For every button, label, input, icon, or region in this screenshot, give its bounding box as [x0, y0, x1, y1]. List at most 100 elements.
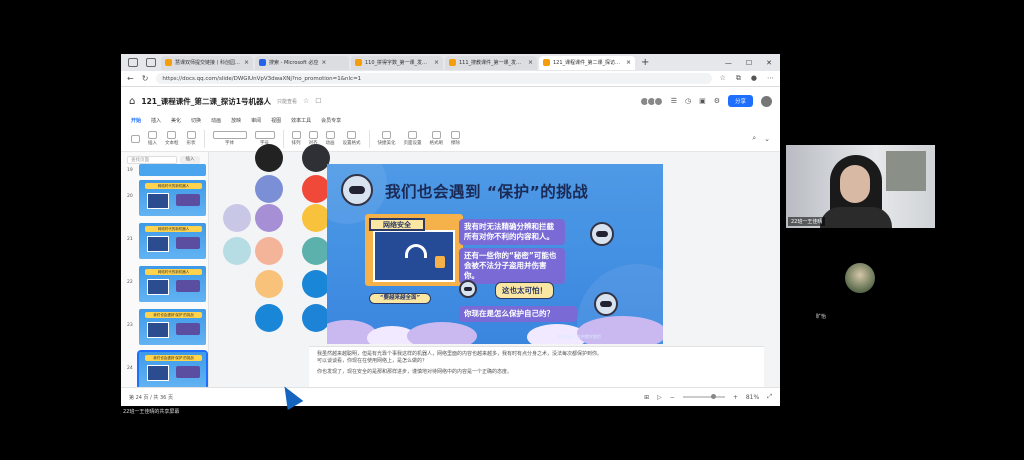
quick-beautify-button[interactable]: 快捷美化	[378, 131, 396, 146]
minimize-button[interactable]: —	[725, 59, 732, 67]
zoom-in-icon[interactable]: +	[733, 394, 738, 401]
textbox-button[interactable]: 文本框	[165, 131, 179, 146]
zoom-level[interactable]: 81%	[746, 394, 759, 401]
maximize-button[interactable]: ☐	[746, 59, 752, 67]
tab-list-icon[interactable]	[146, 58, 156, 67]
color-swatch[interactable]	[223, 237, 251, 265]
close-icon[interactable]: ×	[244, 59, 249, 66]
tab-beautify[interactable]: 美化	[171, 117, 181, 124]
browser-tab-1[interactable]: 慧课双师提交链接丨科创园图... ×	[161, 55, 253, 70]
refresh-icon[interactable]: ↻	[142, 74, 149, 83]
slide-thumb[interactable]: 19	[125, 164, 209, 176]
tab-transition[interactable]: 切换	[191, 117, 201, 124]
settings-icon[interactable]: ⚙	[714, 97, 720, 105]
clouds-decoration	[327, 316, 663, 344]
speech-bubble: 还有一些你的“秘密”可能也会被不法分子盗用并伤害你。	[459, 248, 565, 284]
close-icon[interactable]: ×	[626, 59, 631, 66]
back-icon[interactable]: ←	[127, 74, 134, 83]
tab-actions-icon[interactable]	[128, 58, 138, 67]
page-setup-button[interactable]: 页面设置	[404, 131, 422, 146]
format-button[interactable]: 设置格式	[343, 131, 361, 146]
grid-icon[interactable]: ⊞	[644, 394, 649, 401]
browser-tab-2[interactable]: 搜索 - Microsoft 必应 ×	[255, 55, 349, 70]
new-tab-icon[interactable]: +	[641, 57, 649, 68]
color-swatch[interactable]	[255, 304, 283, 332]
color-swatch[interactable]	[255, 204, 283, 232]
browser-tab-5[interactable]: 121_课程课件_第二课_探访1号机...×	[539, 55, 635, 70]
close-icon[interactable]: ×	[528, 59, 533, 66]
favorite-star-icon[interactable]: ☆	[720, 74, 726, 83]
arrange-button[interactable]: 排列	[291, 131, 301, 146]
share-button[interactable]: 分享	[727, 95, 753, 107]
close-icon[interactable]: ×	[321, 59, 326, 66]
close-icon[interactable]: ×	[434, 59, 439, 66]
color-swatch[interactable]	[302, 237, 330, 265]
profile-icon[interactable]: ●	[751, 74, 757, 83]
slide-thumb[interactable]: 20 网络时代的新机器人	[125, 180, 209, 216]
zoom-out-icon[interactable]: −	[670, 394, 675, 401]
editor-area: 查找页面 插入 19 20 网络时代的新机器人 21 网络时代的新机器人 22 网络时…	[121, 144, 780, 390]
color-swatch[interactable]	[255, 175, 283, 203]
color-swatch[interactable]	[255, 144, 283, 172]
participant-avatar[interactable]	[845, 263, 875, 293]
tab-review[interactable]: 审阅	[251, 117, 261, 124]
align-icon	[308, 131, 318, 139]
slide-thumb[interactable]: 21 网络时代的新机器人	[125, 223, 209, 259]
tab-member[interactable]: 会员专享	[321, 117, 341, 124]
color-swatch[interactable]	[302, 270, 330, 298]
erase-button[interactable]: 擦除	[451, 131, 460, 146]
slide-footer: 版权所有 · 仅供教学使用	[557, 334, 601, 339]
present-icon[interactable]: ▣	[699, 97, 706, 105]
tab-tools[interactable]: 效率工具	[291, 117, 311, 124]
address-bar-row: ← ↻ https://docs.qq.com/slide/DWGlUnVpV3…	[121, 71, 780, 87]
home-icon[interactable]: ⌂	[129, 96, 135, 107]
play-icon[interactable]: ▷	[657, 394, 662, 401]
color-swatch[interactable]	[302, 175, 330, 203]
browser-tab-4[interactable]: 111_搜教课件_第一课_发现云朗...×	[445, 55, 537, 70]
slide-thumb-selected[interactable]: 24 我们也会遇到'保护'的挑战	[125, 350, 209, 390]
close-window-button[interactable]: ✕	[766, 59, 772, 67]
shape-button[interactable]: 形状	[186, 131, 196, 146]
insert-slide-button[interactable]: 插入	[180, 156, 200, 164]
color-swatch[interactable]	[255, 237, 283, 265]
tab-animation[interactable]: 动画	[211, 117, 221, 124]
cloud-icon[interactable]: ☐	[315, 97, 321, 105]
presenter-video[interactable]: 22班一王佳晴	[786, 145, 935, 228]
robot-icon	[590, 222, 614, 246]
format-painter-button[interactable]: 格式刷	[430, 131, 443, 146]
user-avatar[interactable]	[761, 95, 772, 107]
tab-insert[interactable]: 插入	[151, 117, 161, 124]
doc-title[interactable]: 121_课程课件_第二课_探访1号机器人	[141, 96, 271, 107]
url-input[interactable]: https://docs.qq.com/slide/DWGlUnVpV3dwaX…	[156, 73, 712, 84]
fit-icon[interactable]: ⤢	[767, 393, 772, 401]
speaker-notes[interactable]: 我虽然越来越聪明，但是有光靠个事我这样的机器人，网络里面的内容也越来越多，我有时…	[309, 346, 764, 388]
font-select[interactable]: 字体	[212, 131, 247, 146]
ribbon-toolbar: 插入 文本框 形状 字体 字号 排列 对齐 动画 设置格式 快捷美化 页面设置 …	[121, 126, 780, 152]
current-slide[interactable]: 我们也会遇到 “保护”的挑战 网络安全 “要越来越全面” 我有时无法精确分辨和拦…	[327, 164, 663, 344]
color-swatch[interactable]	[255, 270, 283, 298]
color-swatch[interactable]	[302, 204, 330, 232]
slide-thumb[interactable]: 23 我们也会遇到'保护'的挑战	[125, 309, 209, 345]
collaborator-avatars[interactable]	[639, 96, 663, 106]
page-search-input[interactable]: 查找页面	[127, 156, 177, 164]
monitor-icon	[373, 230, 455, 282]
tab-view[interactable]: 视图	[271, 117, 281, 124]
zoom-slider[interactable]	[682, 394, 725, 399]
menu-icon[interactable]: ☰	[671, 97, 677, 105]
search-icon[interactable]: ⌕	[752, 134, 756, 143]
slide-thumb[interactable]: 22 网络时代的新机器人	[125, 266, 209, 302]
color-swatch[interactable]	[302, 304, 330, 332]
tab-start[interactable]: 开始	[131, 117, 141, 124]
tab-slideshow[interactable]: 放映	[231, 117, 241, 124]
animation-button[interactable]: 动画	[325, 131, 335, 146]
undo-button[interactable]	[131, 134, 140, 143]
star-icon[interactable]: ☆	[303, 97, 309, 105]
color-swatch[interactable]	[223, 204, 251, 232]
insert-button[interactable]: 插入	[148, 131, 157, 146]
browser-tab-3[interactable]: 110_拼得字数_第一课_发现云朗...×	[351, 55, 443, 70]
history-icon[interactable]: ◷	[685, 97, 691, 105]
chevron-down-icon[interactable]: ⌄	[764, 135, 770, 143]
collections-icon[interactable]: ⧉	[736, 74, 741, 83]
color-swatch[interactable]	[302, 144, 330, 172]
more-icon[interactable]: ⋯	[767, 74, 774, 83]
